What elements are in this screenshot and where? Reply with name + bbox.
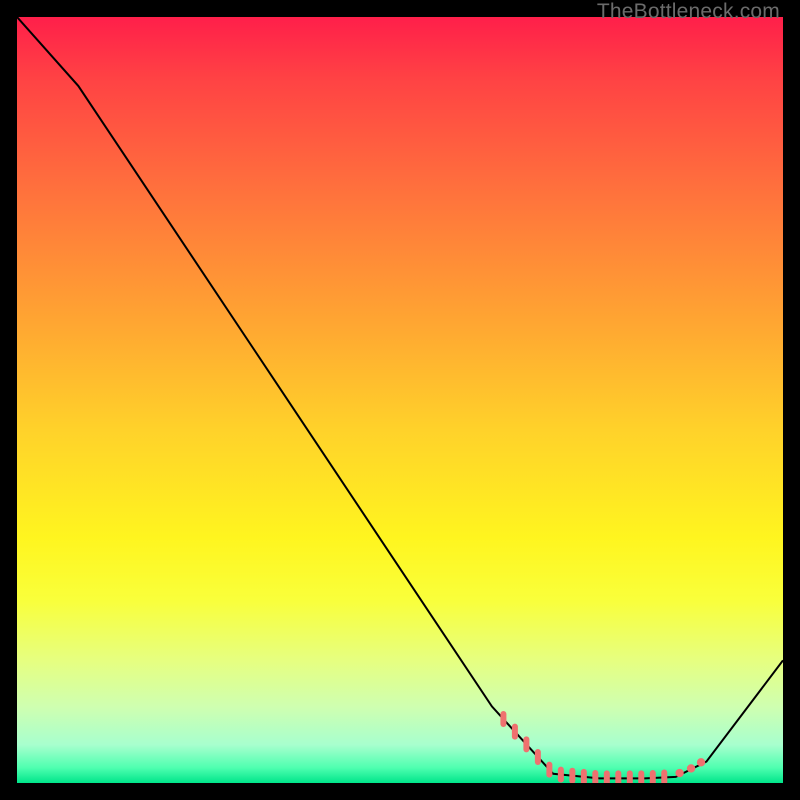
chart-frame: TheBottleneck.com [0, 0, 800, 800]
valley-dot [687, 764, 695, 772]
valley-dot [697, 758, 705, 766]
watermark-text: TheBottleneck.com [597, 0, 780, 24]
bottleneck-curve [17, 17, 783, 778]
curve-layer [17, 17, 783, 783]
plot-area [17, 17, 783, 783]
marker-group [503, 714, 705, 783]
valley-dot [675, 769, 683, 777]
